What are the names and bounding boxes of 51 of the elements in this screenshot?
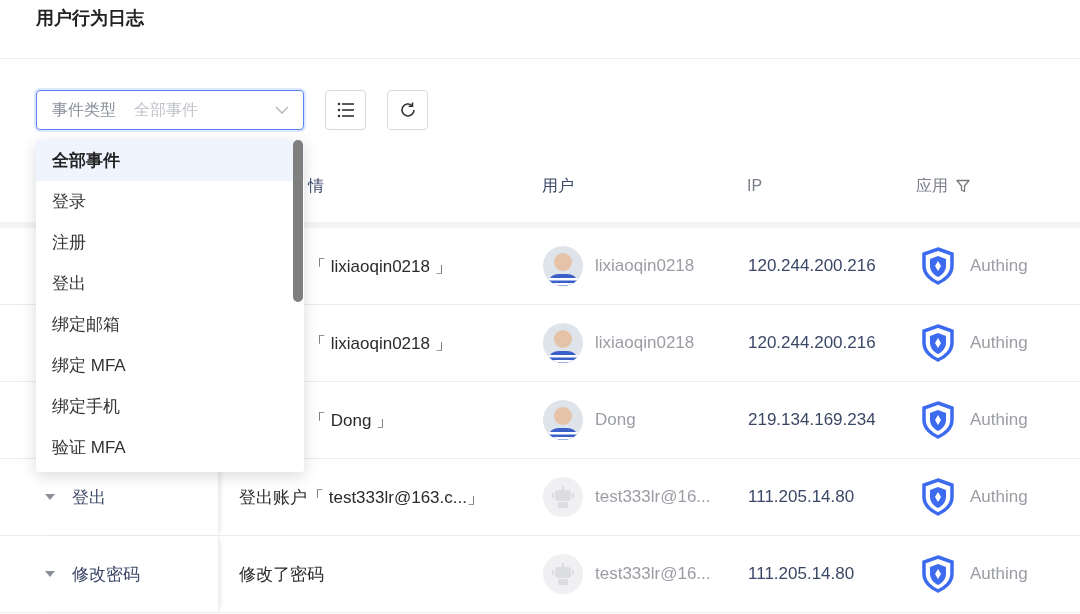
column-header: 用户 xyxy=(542,175,574,196)
ip-address: 120.244.200.216 xyxy=(748,333,876,352)
caret-down-icon[interactable] xyxy=(45,494,55,500)
dropdown-option[interactable]: 验证 MFA xyxy=(36,427,304,468)
shield-logo-icon xyxy=(921,401,955,439)
event-details: 「 lixiaoqin0218 」 xyxy=(309,256,452,276)
ip-address: 111.205.14.80 xyxy=(748,487,855,506)
scrollbar[interactable] xyxy=(293,140,303,302)
event-type: 登出 xyxy=(72,486,106,509)
list-view-button[interactable] xyxy=(325,90,366,130)
event-details: 「 lixiaoqin0218 」 xyxy=(309,333,452,353)
select-value: 全部事件 xyxy=(134,99,198,120)
dropdown-option[interactable]: 全部事件 xyxy=(36,140,304,181)
event-type: 修改密码 xyxy=(72,563,140,586)
dropdown-option[interactable]: 登录 xyxy=(36,181,304,222)
event-details: 「 Dong 」 xyxy=(309,410,394,430)
app-name: Authing xyxy=(970,564,1028,584)
shield-logo-icon xyxy=(921,555,955,593)
shield-logo-icon xyxy=(921,478,955,516)
dropdown-option[interactable]: 绑定邮箱 xyxy=(36,304,304,345)
username: Dong xyxy=(595,410,636,430)
filter-icon[interactable] xyxy=(956,179,970,193)
select-label: 事件类型 xyxy=(52,99,116,120)
chevron-down-icon xyxy=(275,106,289,114)
username: test333lr@16... xyxy=(595,487,711,507)
list-icon xyxy=(336,102,355,118)
username: test333lr@16... xyxy=(595,564,711,584)
page-title: 用户行为日志 xyxy=(35,7,145,30)
dropdown-option[interactable]: 登出 xyxy=(36,263,304,304)
dropdown-option[interactable]: 绑定手机 xyxy=(36,386,304,427)
caret-down-icon[interactable] xyxy=(45,571,55,577)
refresh-icon xyxy=(398,101,417,119)
username: lixiaoqin0218 xyxy=(595,333,695,353)
shield-logo-icon xyxy=(921,324,955,362)
dropdown-option[interactable]: 注册 xyxy=(36,222,304,263)
ip-address: 111.205.14.80 xyxy=(748,564,855,583)
dropdown-option[interactable]: 绑定 MFA xyxy=(36,345,304,386)
shield-logo-icon xyxy=(921,247,955,285)
column-header: IP xyxy=(747,177,763,194)
ip-address: 219.134.169.234 xyxy=(748,410,876,429)
column-header: 情 xyxy=(308,176,324,194)
app-name: Authing xyxy=(970,410,1028,430)
app-name: Authing xyxy=(970,256,1028,276)
username: lixiaoqin0218 xyxy=(595,256,695,276)
ip-address: 120.244.200.216 xyxy=(748,256,876,275)
app-name: Authing xyxy=(970,487,1028,507)
event-details: 修改了密码 xyxy=(239,564,324,584)
column-header: 应用 xyxy=(916,175,948,196)
refresh-button[interactable] xyxy=(387,90,428,130)
event-details: 登出账户「 test333lr@163.c...」 xyxy=(239,487,484,507)
app-name: Authing xyxy=(970,333,1028,353)
